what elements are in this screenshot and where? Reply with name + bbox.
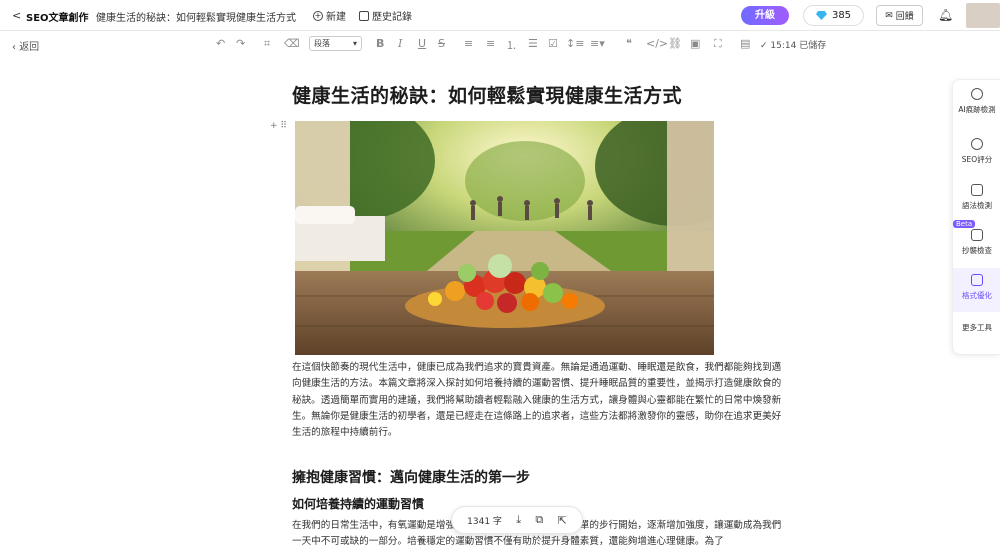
paragraph-select-value: 段落 xyxy=(314,39,330,48)
hero-image[interactable] xyxy=(295,121,714,355)
history-icon xyxy=(359,10,369,21)
section-heading[interactable]: 擁抱健康習慣：邁向健康生活的第一步 xyxy=(292,467,530,487)
paragraph-select[interactable]: 段落 ▾ xyxy=(309,36,362,51)
feedback-button[interactable]: ✉ 回饋 xyxy=(876,5,923,26)
plus-circle-icon: + xyxy=(313,10,323,21)
hero-illustration xyxy=(295,121,714,355)
fullscreen-icon[interactable]: ⛶ xyxy=(714,37,722,51)
feedback-label: 回饋 xyxy=(895,12,914,22)
sidebar-item-label: 格式優化 xyxy=(962,291,992,300)
eraser-icon[interactable]: ⌫ xyxy=(284,37,300,50)
save-icon[interactable]: ▤ xyxy=(740,37,750,50)
sidebar-item-label: AI痕跡檢測 xyxy=(958,105,996,114)
code-icon[interactable]: </> xyxy=(646,37,668,50)
document-title-tab: 健康生活的秘訣：如何輕鬆實現健康生活方式 xyxy=(96,13,296,24)
underline-icon[interactable]: U xyxy=(418,37,426,50)
bold-icon[interactable]: B xyxy=(376,37,384,50)
copy-icon[interactable]: ⧉ xyxy=(535,513,543,527)
history-button[interactable]: 歷史記錄 xyxy=(359,8,412,23)
chevron-down-icon: ▾ xyxy=(352,39,357,48)
ordered-list-icon[interactable]: ⒈ xyxy=(506,37,517,53)
save-status: ✓ 15:14 已儲存 xyxy=(760,41,827,51)
floating-action-bar: 1341 字 ⤓ ⧉ ⇱ xyxy=(451,506,583,534)
sidebar-item-label: 更多工具 xyxy=(962,323,992,332)
strikethrough-icon[interactable]: S xyxy=(438,37,445,50)
undo-icon[interactable]: ↶ xyxy=(216,37,225,50)
format-painter-icon[interactable]: ⌗ xyxy=(264,37,270,51)
new-label: 新建 xyxy=(326,12,346,23)
new-button[interactable]: + 新建 xyxy=(313,8,346,23)
image-icon[interactable]: ▣ xyxy=(690,37,700,50)
redo-icon[interactable]: ↷ xyxy=(236,37,245,50)
upgrade-button[interactable]: 升級 xyxy=(741,6,789,25)
italic-icon[interactable]: I xyxy=(398,37,402,50)
tools-side-panel: AI痕跡檢測 SEO評分 語法檢測 抄襲檢查 格式優化 更多工具 xyxy=(952,79,1000,355)
sidebar-item-ai-detect[interactable]: AI痕跡檢測 xyxy=(953,82,1000,126)
sidebar-item-grammar[interactable]: 語法檢測 xyxy=(953,178,1000,222)
top-bar: < SEO文章創作 健康生活的秘訣：如何輕鬆實現健康生活方式 + 新建 歷史記錄… xyxy=(0,0,1000,31)
sidebar-item-label: 語法檢測 xyxy=(962,201,992,210)
word-count: 1341 字 xyxy=(467,516,502,527)
subsection-heading[interactable]: 如何培養持續的運動習慣 xyxy=(292,495,424,512)
bell-icon[interactable]: 🔔︎ xyxy=(938,8,953,22)
plagiarism-icon xyxy=(971,229,983,241)
editor-toolbar: ‹ 返回 ↶ ↷ ⌗ ⌫ 段落 ▾ B I U S ≡ ≡ ⒈ ☰ ☑ ↕≡ ≡… xyxy=(0,31,1000,57)
text-align-icon[interactable]: ≡▾ xyxy=(590,37,605,50)
page-title[interactable]: 健康生活的秘訣：如何輕鬆實現健康生活方式 xyxy=(292,81,682,108)
back-label: 返回 xyxy=(19,42,40,53)
quote-icon[interactable]: ❝ xyxy=(626,37,632,50)
sidebar-item-more-tools[interactable]: 更多工具 xyxy=(953,320,1000,348)
seo-score-icon xyxy=(971,138,983,150)
save-status-text: 15:14 已儲存 xyxy=(770,41,827,51)
indent-icon[interactable]: ≡ xyxy=(486,37,495,50)
link-icon[interactable]: ⛓ xyxy=(668,37,682,50)
gems-count: 385 xyxy=(831,10,852,21)
back-button[interactable]: ‹ 返回 xyxy=(12,38,39,53)
ai-detect-icon xyxy=(971,88,983,100)
align-left-icon[interactable]: ≡ xyxy=(464,37,473,50)
mail-icon: ✉ xyxy=(885,10,893,21)
history-label: 歷史記錄 xyxy=(372,12,412,23)
sidebar-item-label: 抄襲檢查 xyxy=(962,246,992,255)
beta-badge: Beta xyxy=(953,220,976,228)
drag-handle-icon[interactable]: + ⠿ xyxy=(270,121,287,131)
sidebar-item-label: SEO評分 xyxy=(961,155,993,164)
bullet-list-icon[interactable]: ☰ xyxy=(528,37,538,50)
diamond-icon xyxy=(815,11,827,20)
sidebar-item-format[interactable]: 格式優化 xyxy=(953,268,1000,312)
gems-balance[interactable]: 385 xyxy=(803,5,864,26)
back-chevron-icon[interactable]: < xyxy=(12,9,21,22)
share-icon[interactable]: ⇱ xyxy=(558,514,567,527)
line-height-icon[interactable]: ↕≡ xyxy=(566,37,584,50)
download-icon[interactable]: ⤓ xyxy=(516,513,521,527)
intro-paragraph[interactable]: 在這個快節奏的現代生活中，健康已成為我們追求的寶貴資產。無論是通過運動、睡眠還是… xyxy=(292,360,782,441)
sidebar-item-seo-score[interactable]: SEO評分 xyxy=(953,132,1000,176)
sidebar-item-plagiarism[interactable]: 抄襲檢查 xyxy=(953,223,1000,267)
format-icon xyxy=(971,274,983,286)
app-title: SEO文章創作 xyxy=(26,13,89,24)
avatar[interactable] xyxy=(966,3,1000,28)
checklist-icon[interactable]: ☑ xyxy=(548,37,558,50)
grammar-icon xyxy=(971,184,983,196)
